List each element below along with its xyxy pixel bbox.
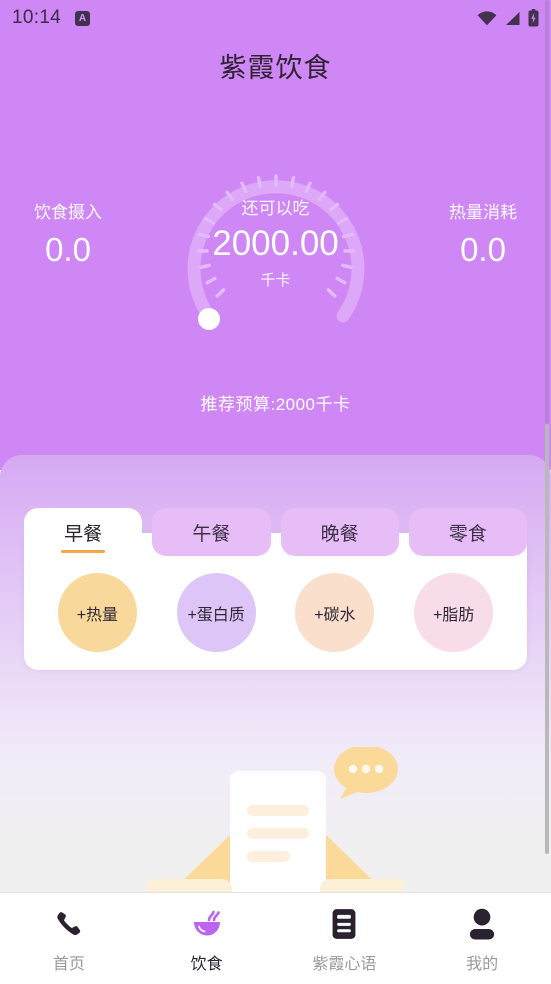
scrollbar-track [545, 0, 549, 424]
status-bar-indicators [477, 9, 539, 27]
add-carbs-label: +碳水 [314, 606, 356, 624]
stat-burned: 热量消耗 0.0 [413, 198, 551, 269]
gauge-value: 2000.00 [212, 224, 339, 263]
document-icon [324, 904, 364, 944]
stat-burned-value: 0.0 [460, 231, 506, 268]
nav-item-thoughts-label: 紫霞心语 [312, 955, 377, 973]
signal-icon [504, 11, 521, 26]
tab-breakfast-label: 早餐 [64, 523, 103, 545]
nav-item-home[interactable]: 首页 [0, 893, 138, 984]
add-calories-label: +热量 [76, 606, 119, 624]
tab-snack[interactable]: 零食 [408, 508, 527, 556]
bottom-navigation: 首页 饮食 紫霞心语 我的 [0, 892, 551, 984]
nav-item-diet[interactable]: 饮食 [138, 893, 276, 984]
wifi-icon [477, 10, 497, 26]
chat-bubble-icon [333, 747, 398, 799]
stat-intake: 饮食摄入 0.0 [0, 198, 138, 269]
calorie-summary: 饮食摄入 0.0 还可以吃 2000.00 千卡 热量消耗 0.0 [0, 140, 551, 360]
battery-charging-icon [528, 9, 539, 27]
gauge-unit: 千卡 [260, 272, 291, 289]
phone-icon [49, 904, 89, 944]
budget-text: 推荐预算:2000千卡 [200, 395, 351, 414]
stat-intake-label: 饮食摄入 [34, 203, 102, 222]
page-title: 紫霞饮食 [219, 53, 332, 83]
gauge-label: 还可以吃 [241, 199, 310, 218]
stat-burned-label: 热量消耗 [449, 203, 517, 222]
tab-lunch-label: 午餐 [192, 523, 231, 545]
app-root: 10:14 A 紫霞饮食 饮食摄入 0.0 还可以吃 2000.00 千卡 热量… [0, 0, 551, 984]
bowl-icon [187, 904, 227, 944]
add-fat-button[interactable]: +脂肪 [414, 573, 494, 652]
nav-item-profile-label: 我的 [466, 955, 499, 973]
status-bar: 10:14 [0, 0, 551, 36]
tab-dinner-label: 晚餐 [320, 523, 359, 545]
add-carbs-button[interactable]: +碳水 [295, 573, 375, 652]
hero-section: 10:14 A 紫霞饮食 饮食摄入 0.0 还可以吃 2000.00 千卡 热量… [0, 0, 551, 470]
add-protein-button[interactable]: +蛋白质 [176, 573, 256, 652]
gauge-knob [197, 308, 220, 330]
tab-lunch[interactable]: 午餐 [152, 508, 271, 556]
scrollbar-thumb[interactable] [545, 424, 549, 854]
nav-item-home-label: 首页 [52, 955, 85, 973]
person-icon [462, 904, 502, 944]
gauge-readout: 还可以吃 2000.00 千卡 [176, 194, 376, 290]
tab-snack-label: 零食 [448, 523, 487, 545]
add-protein-label: +蛋白质 [187, 606, 245, 624]
stat-intake-value: 0.0 [45, 231, 91, 268]
tab-dinner[interactable]: 晚餐 [280, 508, 399, 556]
status-bar-time: 10:14 [12, 7, 62, 28]
meal-card: 早餐 午餐 晚餐 零食 +热量 +蛋白质 +碳水 +脂肪 [24, 508, 527, 670]
nav-item-profile[interactable]: 我的 [413, 893, 551, 984]
calorie-gauge: 还可以吃 2000.00 千卡 [176, 140, 376, 346]
app-badge-icon [75, 10, 91, 26]
nav-item-thoughts[interactable]: 紫霞心语 [276, 893, 414, 984]
meal-tabs: 早餐 午餐 晚餐 零食 [24, 508, 527, 556]
add-fat-label: +脂肪 [432, 606, 475, 624]
tab-breakfast[interactable]: 早餐 [24, 508, 143, 556]
nav-item-diet-label: 饮食 [190, 955, 223, 973]
empty-state-illustration [0, 747, 551, 907]
macro-buttons: +热量 +蛋白质 +碳水 +脂肪 [24, 569, 527, 652]
add-calories-button[interactable]: +热量 [57, 573, 137, 652]
